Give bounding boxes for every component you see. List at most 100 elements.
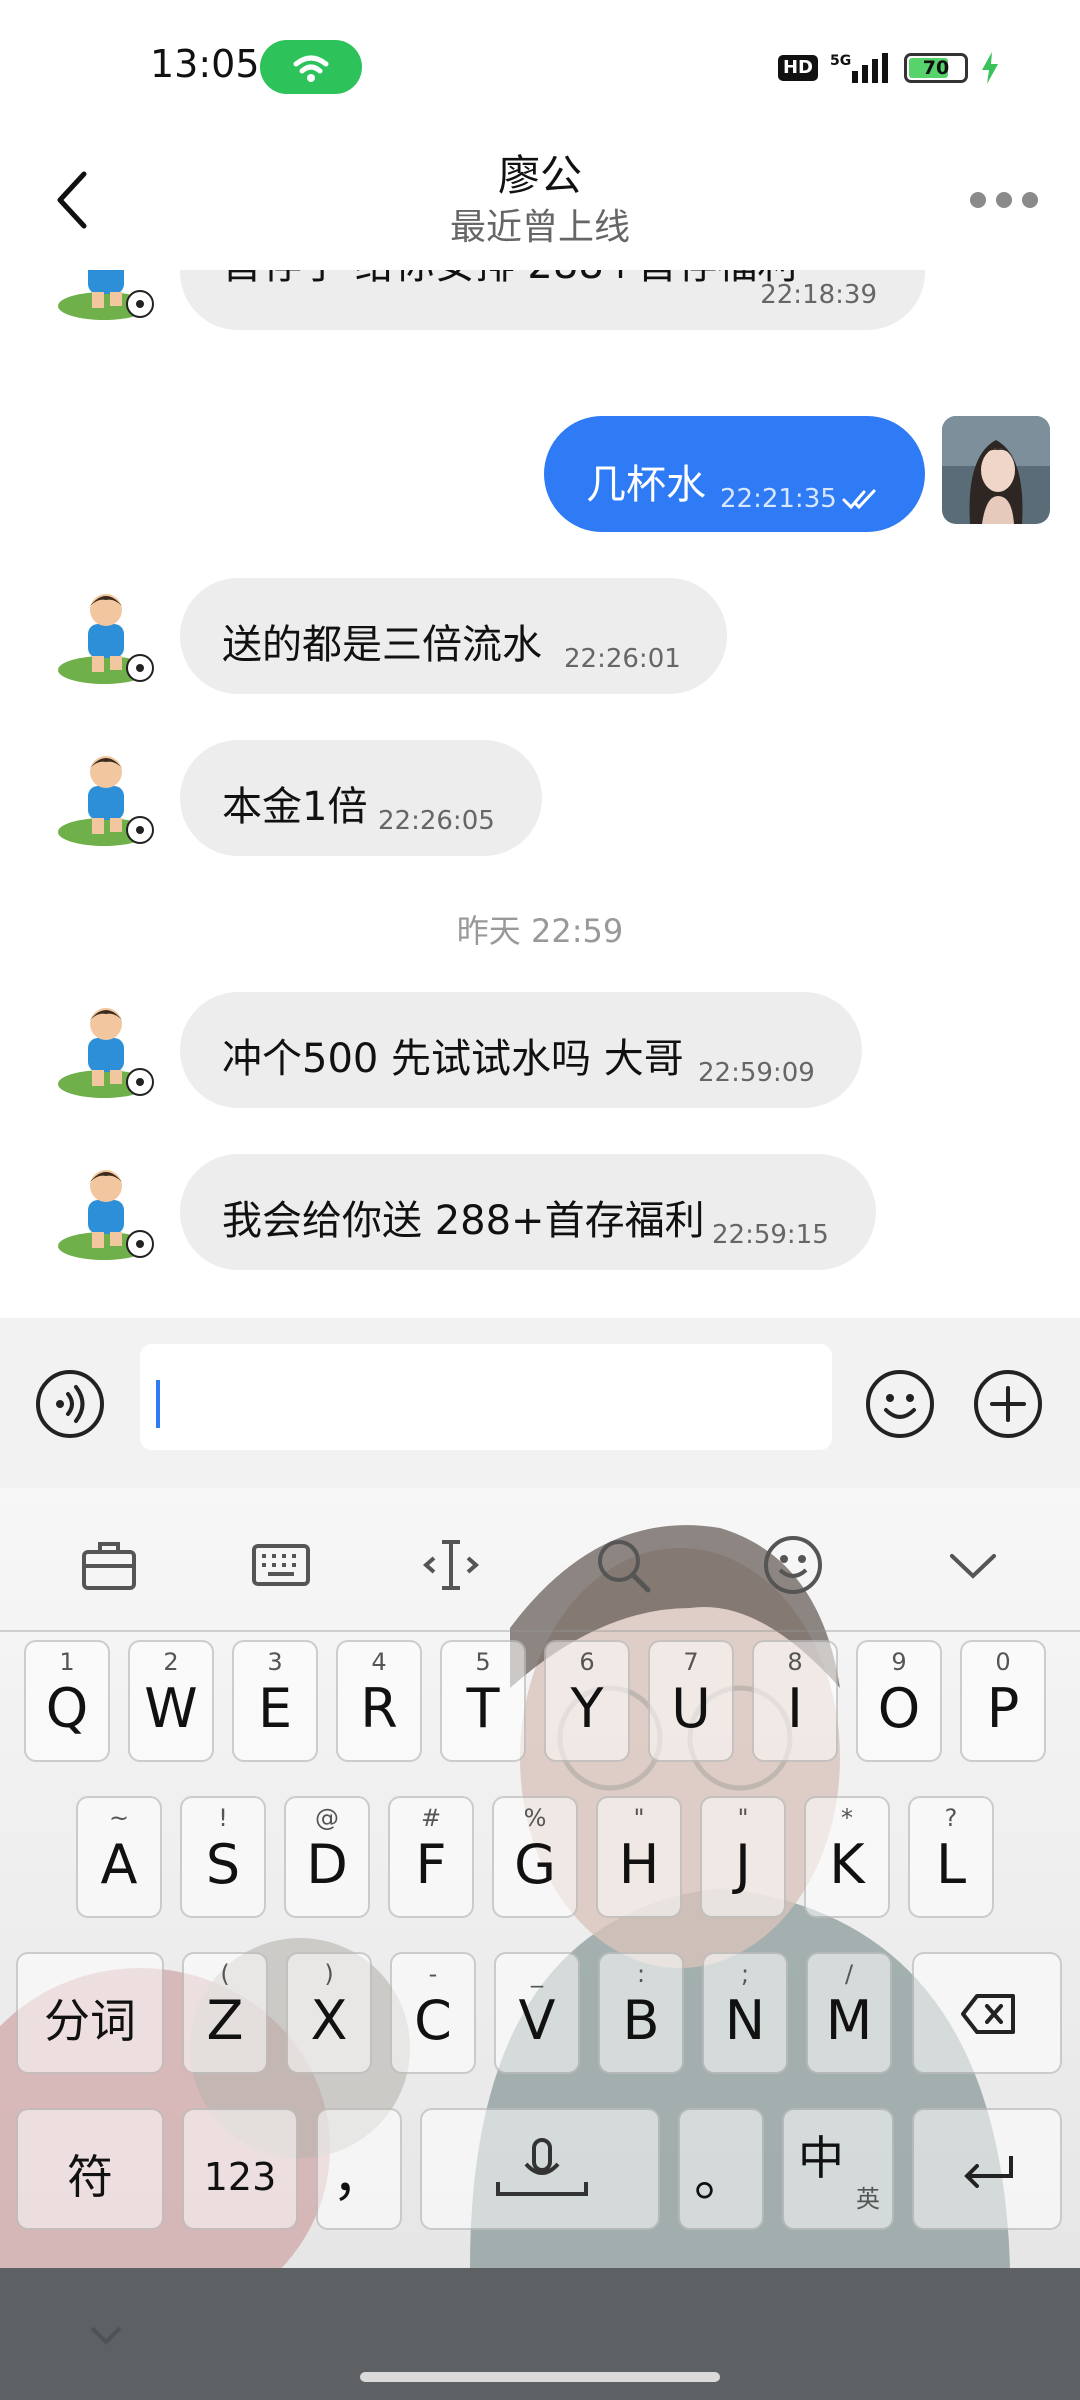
backspace-icon xyxy=(961,1994,1015,2034)
comma-key[interactable]: ， xyxy=(316,2108,402,2230)
key-m[interactable]: / M xyxy=(806,1952,892,2074)
signal-icon: 5G xyxy=(830,53,888,83)
key-s[interactable]: ! S xyxy=(180,1796,266,1918)
key-b[interactable]: :B xyxy=(598,1952,684,2074)
key-f[interactable]: # F xyxy=(388,1796,474,1918)
more-dots-icon xyxy=(970,192,986,208)
key-segment-words[interactable]: 分词 xyxy=(16,1952,164,2074)
key-hint: : xyxy=(636,1960,646,1988)
key-x[interactable]: ) X xyxy=(286,1952,372,2074)
chevron-down-icon[interactable] xyxy=(942,1534,1004,1596)
message-text: 我会给你送 288+首存福利 xyxy=(222,1198,705,1244)
attach-button[interactable] xyxy=(972,1368,1044,1440)
key-label: V xyxy=(518,1989,556,2052)
key-c[interactable]: -C xyxy=(390,1952,476,2074)
key-g[interactable]: % G xyxy=(492,1796,578,1918)
key-k[interactable]: * K xyxy=(804,1796,890,1918)
message-time: 22:26:01 xyxy=(564,644,681,674)
key-label: E xyxy=(257,1677,293,1740)
message-text: 首存了 给你安排 288+首存福利 xyxy=(222,270,797,290)
search-icon[interactable] xyxy=(592,1534,654,1596)
key-h[interactable]: " H xyxy=(596,1796,682,1918)
briefcase-icon[interactable] xyxy=(78,1534,140,1596)
key-r[interactable]: 4R xyxy=(336,1640,422,1762)
key-label: W xyxy=(144,1677,198,1740)
hotspot-indicator[interactable] xyxy=(260,40,362,94)
contact-avatar[interactable] xyxy=(54,740,162,848)
backspace-key[interactable] xyxy=(912,1952,1062,2074)
system-nav-bar xyxy=(0,2268,1080,2400)
key-hint: 5 xyxy=(475,1648,491,1676)
contact-avatar[interactable] xyxy=(54,270,162,322)
key-label: 符 xyxy=(67,2150,113,2204)
message-bubble-incoming[interactable]: 首存了 给你安排 288+首存福利 22:18:39 xyxy=(180,270,925,330)
key-u[interactable]: 7U xyxy=(648,1640,734,1762)
key-w[interactable]: 2W xyxy=(128,1640,214,1762)
key-label: 分词 xyxy=(44,1994,136,2048)
wifi-hotspot-icon xyxy=(293,55,329,82)
symbols-key[interactable]: 符 xyxy=(16,2108,164,2230)
message-time: 22:59:09 xyxy=(698,1058,815,1088)
key-label: B xyxy=(622,1989,660,2052)
message-time: 22:59:15 xyxy=(712,1220,829,1250)
key-o[interactable]: 9O xyxy=(856,1640,942,1762)
hide-keyboard-chevron-icon[interactable] xyxy=(88,2324,124,2348)
numbers-key[interactable]: 123 xyxy=(182,2108,298,2230)
key-hint: _ xyxy=(531,1960,543,1988)
key-label: P xyxy=(986,1677,1020,1740)
key-n[interactable]: ; N xyxy=(702,1952,788,2074)
key-label: H xyxy=(618,1833,660,1896)
key-label: Z xyxy=(206,1989,244,2052)
emoji-icon xyxy=(866,1370,934,1438)
key-label: T xyxy=(466,1677,500,1740)
key-hint: ~ xyxy=(108,1804,130,1832)
read-double-check-icon xyxy=(842,489,876,510)
voice-button[interactable] xyxy=(34,1368,106,1440)
message-bubble-incoming[interactable]: 冲个500 先试试水吗 大哥 22:59:09 xyxy=(180,992,862,1108)
key-d[interactable]: @ D xyxy=(284,1796,370,1918)
emoji-button[interactable] xyxy=(864,1368,936,1440)
cursor-icon[interactable] xyxy=(420,1534,482,1596)
key-v[interactable]: _ V xyxy=(494,1952,580,2074)
key-hint: - xyxy=(428,1960,438,1988)
more-dot xyxy=(1022,192,1038,208)
contact-avatar[interactable] xyxy=(54,992,162,1100)
keyboard-icon[interactable] xyxy=(250,1534,312,1596)
message-input[interactable] xyxy=(140,1344,832,1450)
message-bubble-incoming[interactable]: 我会给你送 288+首存福利 22:59:15 xyxy=(180,1154,876,1270)
message-bubble-incoming[interactable]: 本金1倍 22:26:05 xyxy=(180,740,542,856)
key-a[interactable]: ~ A xyxy=(76,1796,162,1918)
key-label: F xyxy=(415,1833,447,1896)
svg-text:5G: 5G xyxy=(830,53,851,69)
message-bubble-incoming[interactable]: 送的都是三倍流水 22:26:01 xyxy=(180,578,727,694)
key-l[interactable]: ? L xyxy=(908,1796,994,1918)
message-list[interactable]: 首存了 给你安排 288+首存福利 22:18:39 几杯水 22:21:35 xyxy=(0,270,1080,1320)
key-hint: % xyxy=(523,1804,547,1832)
contact-avatar[interactable] xyxy=(54,578,162,686)
key-i[interactable]: 8I xyxy=(752,1640,838,1762)
key-hint: 6 xyxy=(579,1648,595,1676)
my-avatar[interactable] xyxy=(942,416,1050,524)
message-bubble-outgoing[interactable]: 几杯水 22:21:35 xyxy=(544,416,925,532)
key-j[interactable]: " J xyxy=(700,1796,786,1918)
more-options-button[interactable] xyxy=(964,180,1044,220)
presence-status: 最近曾上线 xyxy=(449,207,630,248)
key-t[interactable]: 5T xyxy=(440,1640,526,1762)
key-y[interactable]: 6Y xyxy=(544,1640,630,1762)
period-key[interactable]: 。 xyxy=(678,2108,764,2230)
contact-avatar[interactable] xyxy=(54,1154,162,1262)
enter-key[interactable] xyxy=(912,2108,1062,2230)
key-hint: 4 xyxy=(371,1648,387,1676)
key-q[interactable]: 1Q xyxy=(24,1640,110,1762)
soft-keyboard: 1Q 2W 3E 4R 5T 6Y 7U 8I 9O 0P ~ A ! S @ D #… xyxy=(0,1488,1080,2268)
space-key[interactable] xyxy=(420,2108,660,2230)
key-p[interactable]: 0P xyxy=(960,1640,1046,1762)
message-time: 22:18:39 xyxy=(760,280,877,310)
emoji-icon[interactable] xyxy=(762,1534,824,1596)
home-indicator[interactable] xyxy=(360,2372,720,2382)
message-text: 几杯水 xyxy=(586,462,706,508)
key-z[interactable]: (Z xyxy=(182,1952,268,2074)
key-e[interactable]: 3E xyxy=(232,1640,318,1762)
key-hint: ; xyxy=(740,1960,750,1988)
language-switch-key[interactable]: 中 英 xyxy=(782,2108,894,2230)
